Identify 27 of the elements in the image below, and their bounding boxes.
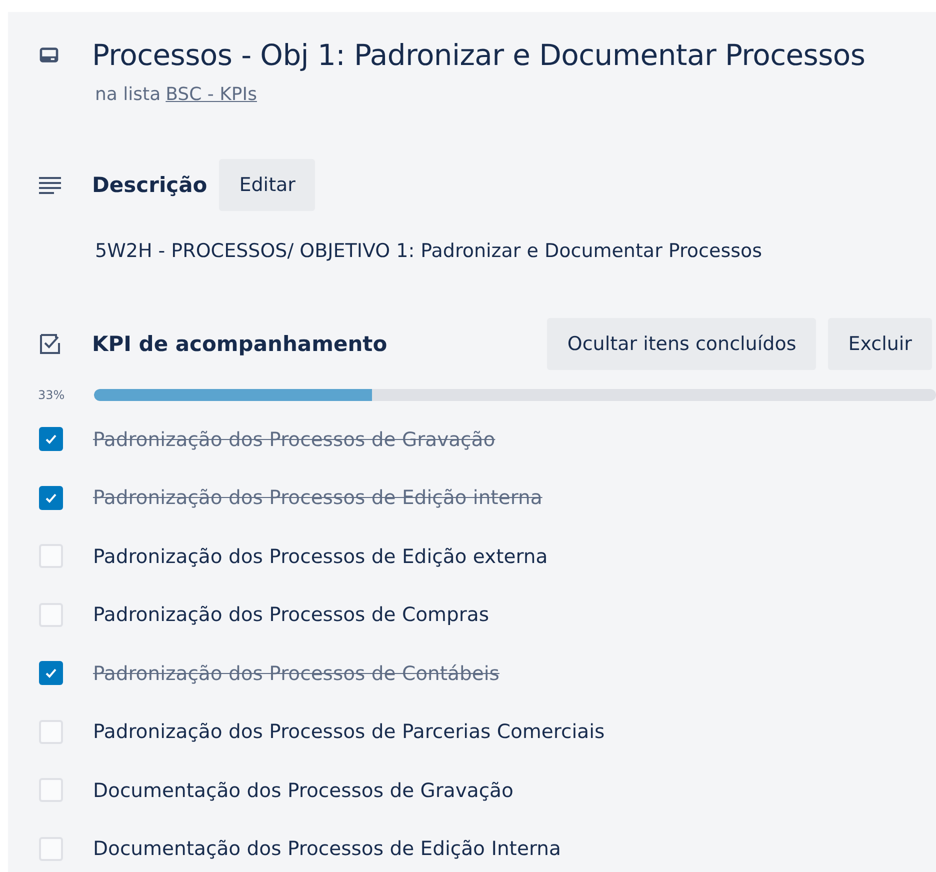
checkbox[interactable] <box>39 720 63 744</box>
checklist-item: Padronização dos Processos de Contábeis <box>93 662 500 685</box>
checklist-item: Padronização dos Processos de Edição externa <box>93 544 548 568</box>
checklist-item: Documentação dos Processos de Gravação <box>93 778 514 802</box>
edit-button[interactable]: Editar <box>219 159 316 211</box>
checkbox[interactable] <box>39 661 63 686</box>
checkbox[interactable] <box>39 427 63 452</box>
checklist-item: Documentação dos Processos de Edição Interna <box>93 837 561 860</box>
progress-percent: 33% <box>38 388 66 402</box>
checklist-item: Padronização dos Processos de Edição interna <box>93 486 542 510</box>
checklist-item: Padronização dos Processos de Compras <box>93 603 490 626</box>
description-heading: Descrição <box>92 173 208 197</box>
checklist-icon <box>38 332 62 356</box>
hide-completed-button[interactable]: Ocultar itens concluídos <box>547 318 816 370</box>
checklist-item: Padronização dos Processos de Parcerias Comerciais <box>93 720 605 744</box>
description-text: 5W2H - PROCESSOS/ OBJETIVO 1: Padronizar e Documentar Processos <box>94 240 764 262</box>
list-link[interactable]: BSC - KPIs <box>166 84 257 105</box>
checkbox[interactable] <box>39 778 63 802</box>
checkbox[interactable] <box>39 544 63 568</box>
list-label: na lista <box>95 84 161 105</box>
card-title: Processos - Obj 1: Padronizar e Documentar Processos <box>92 38 866 72</box>
delete-button[interactable]: Excluir <box>828 318 932 370</box>
checkbox[interactable] <box>39 602 63 627</box>
checkbox[interactable] <box>39 836 63 861</box>
checklist-item: Padronização dos Processos de Gravação <box>93 428 496 451</box>
checkbox[interactable] <box>39 486 63 510</box>
checklist-heading: KPI de acompanhamento <box>92 332 388 356</box>
